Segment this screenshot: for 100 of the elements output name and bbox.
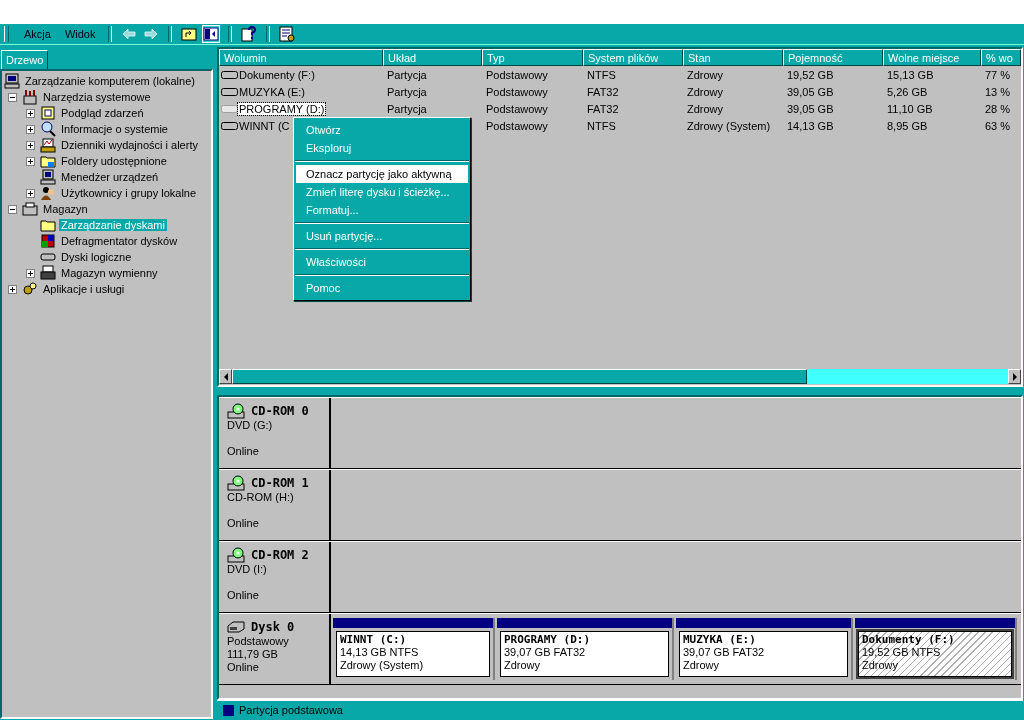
drive-icon: [221, 69, 238, 80]
storage-icon: [22, 201, 38, 217]
partition-status: Zdrowy: [683, 659, 721, 672]
table-cell: Partycja: [387, 85, 427, 98]
disk-info: Online: [227, 517, 260, 530]
drive-icon: [221, 120, 238, 131]
disk-name: CD-ROM 2: [251, 548, 309, 562]
expand-icon[interactable]: [26, 268, 35, 278]
tree-item[interactable]: Podgląd zdarzeń: [59, 107, 146, 119]
menu-item[interactable]: Oznacz partycję jako aktywną: [296, 165, 468, 183]
users-icon: [40, 185, 56, 201]
partition-info: 39,07 GB FAT32: [683, 646, 766, 659]
table-cell: Podstawowy: [486, 68, 548, 81]
legend-label: Partycja podstawowa: [239, 704, 343, 716]
table-cell: 8,95 GB: [887, 119, 928, 132]
defrag-icon: [40, 233, 56, 249]
folder-icon: [40, 153, 56, 169]
table-cell: Zdrowy: [687, 102, 724, 115]
expand-icon[interactable]: [26, 188, 35, 198]
table-cell: Zdrowy: [687, 85, 724, 98]
horizontal-scrollbar[interactable]: [219, 369, 1021, 384]
disk-info: DVD (I:): [227, 563, 268, 576]
table-cell: Partycja: [387, 102, 427, 115]
partition-block[interactable]: PROGRAMY (D:) 39,07 GB FAT32 Zdrowy: [497, 618, 674, 680]
tree-item[interactable]: Narzędzia systemowe: [41, 91, 153, 103]
tree-item[interactable]: Informacje o systemie: [59, 123, 170, 135]
folder-up-icon[interactable]: [181, 26, 198, 42]
tree-toggle-icon[interactable]: [203, 26, 220, 42]
printer-icon: [40, 265, 56, 281]
cd-drive-icon: [227, 547, 245, 563]
table-cell: 19,52 GB: [787, 68, 834, 81]
expand-icon[interactable]: [8, 284, 17, 294]
properties-icon[interactable]: [279, 26, 296, 42]
disk-info: Podstawowy: [227, 635, 290, 648]
table-cell: Zdrowy (System): [687, 119, 771, 132]
tree-item[interactable]: Dyski logiczne: [59, 251, 134, 263]
table-cell[interactable]: MUZYKA (E:): [238, 85, 306, 98]
table-cell: Podstawowy: [486, 119, 548, 132]
scroll-left-icon[interactable]: [222, 372, 229, 381]
tree-item[interactable]: Magazyn wymienny: [59, 267, 160, 279]
partition-title: Dokumenty (F:): [862, 633, 956, 646]
disk-info: CD-ROM (H:): [227, 491, 295, 504]
tree-item[interactable]: Magazyn: [41, 203, 90, 215]
system-info-icon: [40, 121, 56, 137]
tree-item[interactable]: Użytkownicy i grupy lokalne: [59, 187, 199, 199]
computer-icon: [4, 73, 20, 89]
table-cell: FAT32: [587, 85, 619, 98]
table-cell: 15,13 GB: [887, 68, 934, 81]
partition-status: Zdrowy: [862, 659, 900, 672]
partition-info: 14,13 GB NTFS: [340, 646, 420, 659]
expand-icon[interactable]: [26, 108, 35, 118]
computer-icon: [40, 169, 56, 185]
tools-icon: [22, 89, 38, 105]
scroll-right-icon[interactable]: [1011, 372, 1018, 381]
table-cell: FAT32: [587, 102, 619, 115]
tree-item[interactable]: Dzienniki wydajności i alerty: [59, 139, 200, 151]
tree-item[interactable]: Aplikacje i usługi: [41, 283, 127, 295]
help-icon[interactable]: [241, 26, 258, 42]
table-cell: Partycja: [387, 68, 427, 81]
table-cell: NTFS: [587, 68, 616, 81]
menu-item[interactable]: Widok: [57, 28, 103, 40]
collapse-icon[interactable]: [8, 92, 17, 102]
folder-icon: [40, 217, 56, 233]
tree-item[interactable]: Defragmentator dysków: [59, 235, 180, 247]
partition-info: 19,52 GB NTFS: [862, 646, 942, 659]
table-cell: Podstawowy: [486, 102, 548, 115]
partition-title: PROGRAMY (D:): [504, 633, 592, 646]
disk-name: CD-ROM 0: [251, 404, 309, 418]
disk-info: Online: [227, 589, 260, 602]
tree-item[interactable]: Zarządzanie komputerem (lokalne): [23, 75, 197, 87]
table-cell: 63 %: [985, 119, 1011, 132]
gears-icon: [22, 281, 38, 297]
partition-block[interactable]: MUZYKA (E:) 39,07 GB FAT32 Zdrowy: [676, 618, 853, 680]
table-cell[interactable]: Dokumenty (F:): [238, 68, 316, 81]
disk-info: Online: [227, 445, 260, 458]
partition-info: 39,07 GB FAT32: [504, 646, 587, 659]
table-cell: NTFS: [587, 119, 616, 132]
expand-icon[interactable]: [26, 156, 35, 166]
table-cell[interactable]: WINNT (C: [238, 119, 291, 132]
table-cell[interactable]: PROGRAMY (D:): [238, 102, 326, 115]
tree-item[interactable]: Menedżer urządzeń: [59, 171, 161, 183]
partition-status: Zdrowy: [504, 659, 542, 672]
partition-title: WINNT (C:): [340, 633, 408, 646]
table-cell: Podstawowy: [486, 85, 548, 98]
partition-block[interactable]: WINNT (C:) 14,13 GB NTFS Zdrowy (System): [333, 618, 495, 680]
table-cell: 39,05 GB: [787, 85, 834, 98]
table-cell: 39,05 GB: [787, 102, 834, 115]
partition-title: MUZYKA (E:): [683, 633, 757, 646]
cd-drive-icon: [227, 475, 245, 491]
expand-icon[interactable]: [26, 124, 35, 134]
partition-block[interactable]: Dokumenty (F:) 19,52 GB NTFS Zdrowy: [855, 618, 1017, 680]
disk-name: Dysk 0: [251, 620, 295, 634]
disk-name: CD-ROM 1: [251, 476, 309, 490]
table-cell: 14,13 GB: [787, 119, 834, 132]
expand-icon[interactable]: [26, 140, 35, 150]
drive-icon: [221, 103, 238, 114]
menu-item[interactable]: Akcja: [17, 28, 58, 40]
table-cell: Zdrowy: [687, 68, 724, 81]
collapse-icon[interactable]: [8, 204, 17, 214]
tree-item[interactable]: Foldery udostępnione: [59, 155, 169, 167]
